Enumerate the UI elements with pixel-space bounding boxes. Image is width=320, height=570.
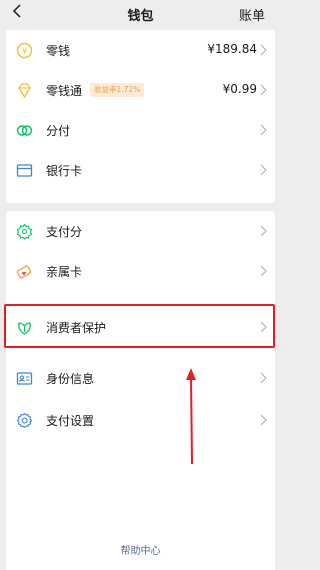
list-item-fenfu[interactable]: 分付 bbox=[6, 110, 275, 150]
installment-icon bbox=[16, 125, 33, 136]
list-item-label: 支付设置 bbox=[46, 414, 95, 428]
services-section: 支付分 亲属卡 消费者保护 身份信息 支付设置 bbox=[6, 211, 275, 570]
id-card-icon bbox=[16, 372, 33, 385]
score-icon bbox=[16, 223, 33, 240]
coin-icon: ¥ bbox=[16, 42, 33, 59]
family-card-icon bbox=[16, 265, 32, 279]
chevron-right-icon bbox=[260, 124, 267, 136]
list-item-label: 零钱通 bbox=[46, 84, 83, 98]
chevron-right-icon bbox=[260, 84, 267, 96]
chevron-right-icon bbox=[260, 164, 267, 176]
wallet-section: ¥ 零钱 ¥189.84 零钱通 收益率1.72% ¥0.99 分付 银行卡 bbox=[6, 30, 275, 203]
yield-rate-badge: 收益率1.72% bbox=[90, 83, 145, 97]
list-item-label: 身份信息 bbox=[46, 372, 95, 386]
bank-card-icon bbox=[16, 164, 33, 177]
list-item-family-card[interactable]: 亲属卡 bbox=[6, 251, 275, 291]
balance-value: ¥189.84 bbox=[207, 42, 257, 56]
chevron-right-icon bbox=[260, 372, 267, 384]
gear-icon bbox=[16, 412, 33, 429]
diamond-icon bbox=[18, 83, 31, 98]
chevron-right-icon bbox=[260, 265, 267, 277]
list-item-payment-settings[interactable]: 支付设置 bbox=[6, 400, 275, 440]
chevron-right-icon bbox=[260, 225, 267, 237]
help-center-link[interactable]: 帮助中心 bbox=[0, 542, 281, 557]
list-item-label: 支付分 bbox=[46, 225, 83, 239]
chevron-right-icon bbox=[260, 414, 267, 426]
annotation-arrow-icon bbox=[186, 368, 196, 465]
header-bar: 钱包 账单 bbox=[0, 0, 281, 28]
list-item-label: 分付 bbox=[46, 124, 71, 138]
balance-value: ¥0.99 bbox=[222, 82, 257, 96]
list-item-payment-score[interactable]: 支付分 bbox=[6, 211, 275, 251]
list-item-label: 亲属卡 bbox=[46, 265, 83, 279]
highlight-box bbox=[4, 304, 275, 348]
list-item-change[interactable]: ¥ 零钱 ¥189.84 bbox=[6, 30, 275, 70]
chevron-right-icon bbox=[260, 44, 267, 56]
list-item-lingqiantong[interactable]: 零钱通 收益率1.72% ¥0.99 bbox=[6, 70, 275, 110]
list-item-label: 银行卡 bbox=[46, 164, 83, 178]
bill-link[interactable]: 账单 bbox=[239, 5, 265, 24]
list-item-label: 零钱 bbox=[46, 44, 71, 58]
list-item-bank-card[interactable]: 银行卡 bbox=[6, 150, 275, 190]
list-item-identity-info[interactable]: 身份信息 bbox=[6, 358, 275, 398]
svg-text:¥: ¥ bbox=[22, 47, 27, 56]
